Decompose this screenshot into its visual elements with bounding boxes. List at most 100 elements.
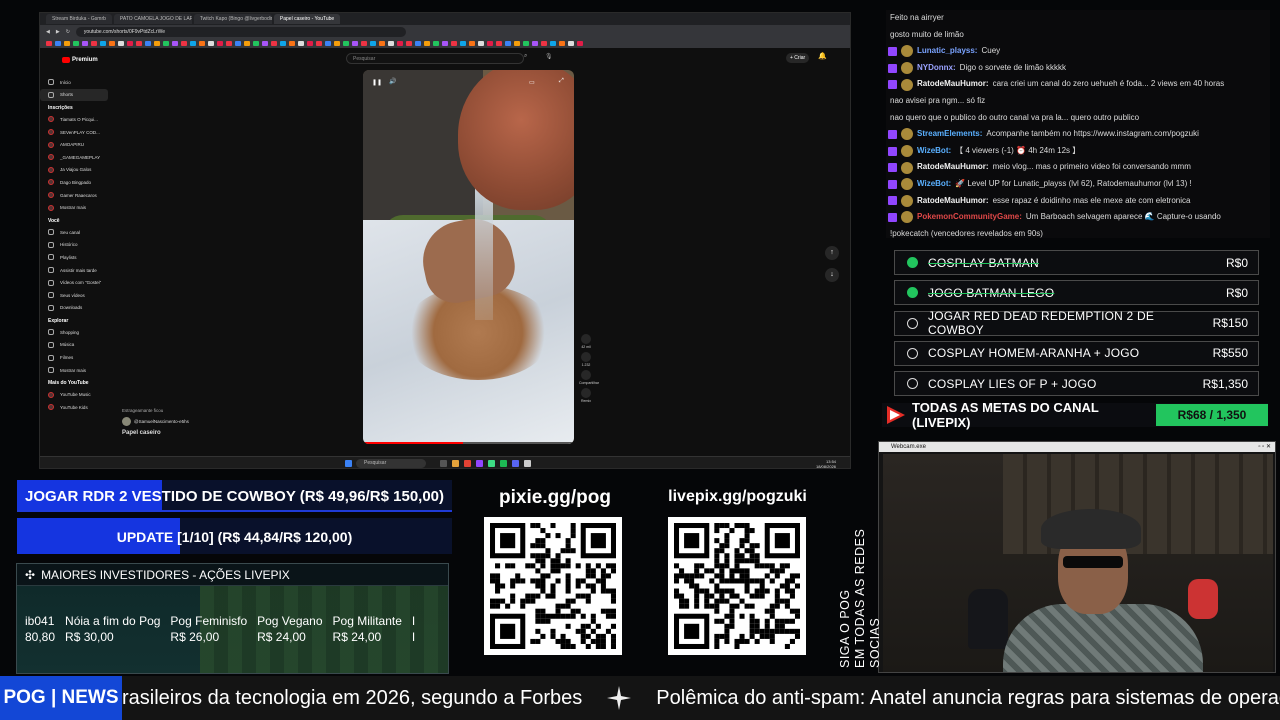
sidebar-item[interactable]: Tiamats O Picqui... [40,113,112,126]
bookmark-icon[interactable] [199,41,205,46]
browser-tab[interactable]: Papel caseiro - YouTube [273,14,341,24]
pixie-qr-code[interactable] [484,517,622,655]
bookmark-icon[interactable] [532,41,538,46]
bookmark-icon[interactable] [478,41,484,46]
bookmark-icon[interactable] [370,41,376,46]
window-controls-icon[interactable]: ▫ ▫ ✕ [1258,442,1271,452]
sidebar-item[interactable]: Gamer Raaecaros [40,189,112,202]
bookmark-icon[interactable] [433,41,439,46]
bookmark-icon[interactable] [415,41,421,46]
bookmark-icon[interactable] [379,41,385,46]
bookmark-icon[interactable] [577,41,583,46]
bookmark-icon[interactable] [181,41,187,46]
sidebar-item[interactable]: Assistir mais tarde [40,264,112,277]
bookmark-icon[interactable] [55,41,61,46]
bookmark-icon[interactable] [334,41,340,46]
sidebar-item[interactable]: _GAMEGAMEPLAY [40,151,112,164]
twitch-icon[interactable] [476,460,483,467]
chat-username[interactable]: Lunatic_playss: [917,43,977,60]
bookmark-icon[interactable] [559,41,565,46]
sidebar-item[interactable]: Histórico [40,239,112,252]
bookmark-icon[interactable] [469,41,475,46]
chat-username[interactable]: NYDonnx: [917,60,956,77]
bookmark-icon[interactable] [325,41,331,46]
bookmark-icon[interactable] [487,41,493,46]
browser-tab[interactable]: Stream Birduka - Gsmrb [46,14,112,24]
fullscreen-icon[interactable]: ⤢ [559,78,564,85]
bookmark-icon[interactable] [262,41,268,46]
bookmark-icon[interactable] [172,41,178,46]
microphone-icon[interactable]: 🎙 [545,53,553,60]
chat-username[interactable]: WizeBot: [917,176,951,193]
back-icon[interactable]: ◀ [46,29,50,35]
sidebar-item[interactable]: Shopping [40,326,112,339]
bookmark-icon[interactable] [541,41,547,46]
bookmark-icon[interactable] [91,41,97,46]
bookmark-icon[interactable] [73,41,79,46]
bookmark-icon[interactable] [244,41,250,46]
bookmark-icon[interactable] [253,41,259,46]
bookmark-icon[interactable] [163,41,169,46]
bookmark-icon[interactable] [289,41,295,46]
sidebar-item[interactable]: Dago Bingpado [40,176,112,189]
pause-icon[interactable]: ❚❚ [372,79,382,86]
browser-icon[interactable] [464,460,471,467]
bookmark-icon[interactable] [145,41,151,46]
chat-username[interactable]: StreamElements: [917,126,982,143]
sidebar-item[interactable]: Filmes [40,351,112,364]
chat-username[interactable]: WizeBot: [917,143,951,160]
bookmark-icon[interactable] [514,41,520,46]
bookmark-icon[interactable] [217,41,223,46]
bookmark-icon[interactable] [568,41,574,46]
bookmark-icon[interactable] [280,41,286,46]
like-icon[interactable] [581,334,591,344]
search-icon[interactable]: ⌕ [524,53,527,60]
bookmark-icon[interactable] [406,41,412,46]
bookmark-icon[interactable] [127,41,133,46]
bookmark-icon[interactable] [109,41,115,46]
bookmark-icon[interactable] [82,41,88,46]
channel-name[interactable]: @SamuelNascimento-e5hs [134,419,189,424]
sidebar-item[interactable]: YouTube Music [40,388,112,401]
bookmark-icon[interactable] [298,41,304,46]
sidebar-item[interactable]: YouTube Kids [40,401,112,414]
bookmark-icon[interactable] [505,41,511,46]
channel-avatar[interactable] [122,417,131,426]
chat-username[interactable]: RatodeMauHumor: [917,76,989,93]
discord-icon[interactable] [512,460,519,467]
bookmark-icon[interactable] [100,41,106,46]
bookmark-icon[interactable] [316,41,322,46]
youtube-search-input[interactable]: Pesquisar [346,53,524,64]
sidebar-item[interactable]: SEVenPLAY COD... [40,126,112,139]
livepix-qr-code[interactable] [668,517,806,655]
next-short-button[interactable]: ↓ [825,268,839,282]
bookmark-icon[interactable] [226,41,232,46]
sidebar-item[interactable]: Seus vídeos [40,289,112,302]
bookmark-icon[interactable] [523,41,529,46]
sidebar-item[interactable]: Seu canal [40,226,112,239]
spotify-icon[interactable] [500,460,507,467]
bookmark-icon[interactable] [550,41,556,46]
bookmark-icon[interactable] [424,41,430,46]
bookmark-icon[interactable] [451,41,457,46]
share-icon[interactable] [581,370,591,380]
sidebar-item[interactable]: Música [40,339,112,352]
bookmark-icon[interactable] [118,41,124,46]
previous-short-button[interactable]: ↑ [825,246,839,260]
short-video-player[interactable]: ❚❚ 🔊 ▭ ⤢ [363,70,574,444]
bookmark-icon[interactable] [190,41,196,46]
folder-icon[interactable] [452,460,459,467]
sidebar-item[interactable]: Mostrar mais [40,364,112,377]
sidebar-item[interactable]: Shorts [40,88,108,102]
sidebar-item[interactable]: Início [40,76,112,89]
chat-username[interactable]: RatodeMauHumor: [917,159,989,176]
chat-username[interactable]: RatodeMauHumor: [917,193,989,210]
sidebar-item[interactable]: Ja Viajou Galos [40,164,112,177]
browser-tab[interactable]: Twitch Kapo (Bingo @livgerbodingo) [193,14,272,24]
bookmark-icon[interactable] [397,41,403,46]
taskbar-app-icon[interactable] [440,460,447,467]
bookmark-icon[interactable] [361,41,367,46]
bookmark-icon[interactable] [442,41,448,46]
sidebar-item[interactable]: Downloads [40,302,112,315]
bookmark-icon[interactable] [154,41,160,46]
